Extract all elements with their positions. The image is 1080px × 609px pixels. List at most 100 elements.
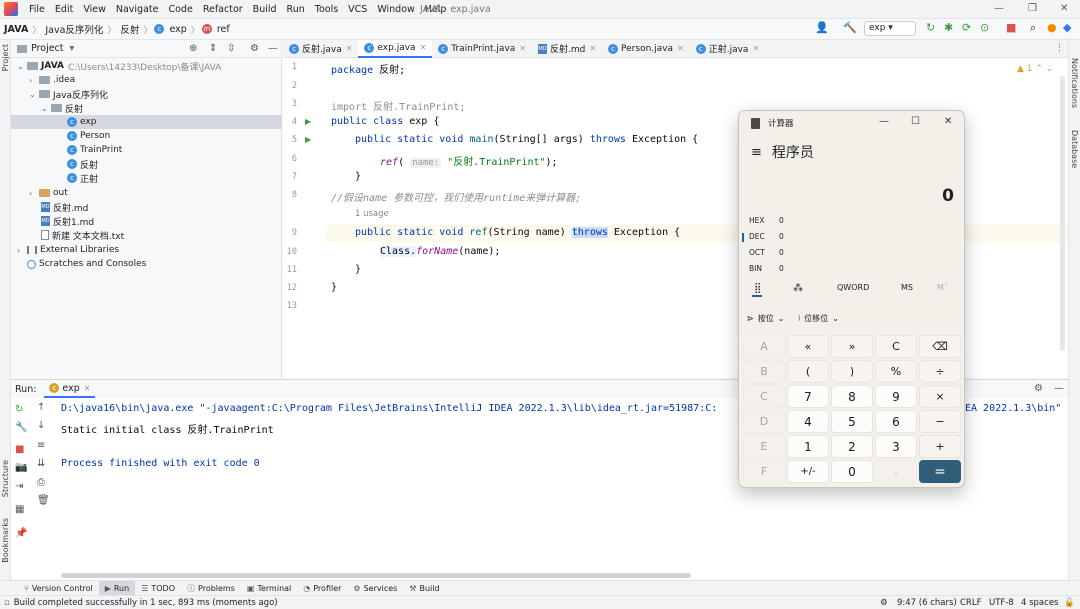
stripe-bookmarks[interactable]: Bookmarks [1,518,10,563]
run-gutter-icon[interactable]: ▶ [305,135,311,144]
close-tab-icon[interactable]: ✕ [346,44,353,53]
tree-item[interactable]: 新建 文本文档.txt [41,228,124,242]
tool-version-control[interactable]: ⑂ Version Control [18,581,99,596]
tree-item[interactable]: ⌄ 反射 [41,101,83,115]
tree-item[interactable]: c 反射 [67,157,98,171]
modify-run-config-icon[interactable]: 🔧 [15,422,27,433]
stripe-notifications[interactable]: Notifications [1070,58,1079,108]
key-negate[interactable]: +/- [787,460,829,483]
rerun-icon[interactable]: ↻ [15,404,23,415]
indent-setting[interactable]: 4 spaces [1021,598,1058,608]
tree-root[interactable]: ⌄ JAVA C:\Users\14233\Desktop\备课\JAVA [17,59,221,73]
key-a[interactable]: A [743,335,785,358]
menu-vcs[interactable]: VCS [343,4,372,15]
jetbrains-account-icon[interactable]: ◆ [1063,21,1071,34]
tab-reflection-md[interactable]: MD 反射.md ✕ [532,40,602,58]
stripe-database[interactable]: Database [1070,130,1079,168]
tool-run[interactable]: ▶ Run [98,580,136,596]
key-e[interactable]: E [743,435,785,458]
tool-terminal[interactable]: ▣ Terminal [241,581,297,596]
menu-file[interactable]: File [24,4,50,15]
up-arrow-icon[interactable]: ↑ [37,402,45,413]
chevron-down-icon[interactable]: ▾ [70,43,75,54]
close-tab-icon[interactable]: ✕ [752,44,759,53]
menu-build[interactable]: Build [248,4,282,15]
status-message[interactable]: Build completed successfully in 1 sec, 8… [14,598,278,608]
tab-reflection-java[interactable]: c 反射.java ✕ [283,40,358,58]
expand-all-icon[interactable]: ⇕ [209,43,217,54]
rerun-icon[interactable]: ↻ [926,21,935,34]
locate-icon[interactable]: ⊕ [189,43,197,54]
run-gutter-icon[interactable]: ▶ [305,117,311,126]
key-3[interactable]: 3 [875,435,917,458]
camera-icon[interactable]: 📷 [15,462,27,473]
close-tab-icon[interactable]: ✕ [84,384,91,393]
tool-services[interactable]: ⚙ Services [347,581,403,596]
key-multiply[interactable]: × [919,385,961,408]
key-percent[interactable]: % [875,360,917,383]
hamburger-menu-icon[interactable]: ≡ [751,145,762,160]
tab-person-java[interactable]: c Person.java ✕ [602,40,690,58]
close-tab-icon[interactable]: ✕ [420,43,427,52]
chevron-down-icon[interactable]: ⌄ [29,90,39,99]
debug-icon[interactable]: ✱ [944,21,953,34]
key-plus[interactable]: + [919,435,961,458]
line-separator[interactable]: CRLF [960,598,981,608]
chevron-right-icon[interactable]: › [17,246,27,255]
breadcrumb-package[interactable]: 反射 [118,22,141,36]
build-hammer-icon[interactable]: 🔨 [843,21,857,34]
search-icon[interactable]: ⌕ [1030,21,1036,35]
layout-icon[interactable]: ▦ [15,504,24,515]
minimize-icon[interactable]: — [879,116,889,127]
trash-icon[interactable]: 🗑 [37,495,50,506]
bit-toggle-icon[interactable]: ⁂ [793,283,803,294]
tool-todo[interactable]: ☰ TODO [135,581,181,596]
gear-icon[interactable]: ⚙ [250,43,259,54]
scroll-to-end-icon[interactable]: ⇊ [37,458,45,469]
tree-item[interactable]: c 正射 [67,171,98,185]
key-6[interactable]: 6 [875,410,917,433]
tree-item[interactable]: Scratches and Consoles [27,257,146,271]
key-divide[interactable]: ÷ [919,360,961,383]
key-0[interactable]: 0 [831,460,873,483]
tree-item[interactable]: › .idea [29,73,75,87]
tool-problems[interactable]: ⓘ Problems [181,581,241,596]
key-2[interactable]: 2 [831,435,873,458]
key-clear[interactable]: C [875,335,917,358]
chevron-down-icon[interactable]: ⌄ [832,314,839,323]
key-4[interactable]: 4 [787,410,829,433]
soft-wrap-icon[interactable]: ≡ [37,440,45,451]
close-tab-icon[interactable]: ✕ [519,44,526,53]
print-icon[interactable]: ⎙ [37,477,45,488]
tree-item[interactable]: c Person [67,129,110,143]
tree-item-selected[interactable]: c exp [11,115,282,129]
radix-hex[interactable]: HEX 0 [749,216,784,225]
key-1[interactable]: 1 [787,435,829,458]
tool-profiler[interactable]: ◔ Profiler [297,581,347,596]
radix-oct[interactable]: OCT 0 [749,248,784,257]
key-5[interactable]: 5 [831,410,873,433]
pin-icon[interactable]: 📌 [15,528,27,539]
key-9[interactable]: 9 [875,385,917,408]
restore-icon[interactable]: ❐ [1028,3,1037,14]
key-decimal[interactable]: . [875,460,917,483]
tree-item[interactable]: MD 反射1.md [41,214,94,228]
tree-item[interactable]: c TrainPrint [67,143,122,157]
menu-navigate[interactable]: Navigate [111,4,164,15]
key-minus[interactable]: − [919,410,961,433]
stop-icon[interactable]: ■ [15,444,24,455]
breadcrumb-class[interactable]: exp [167,24,188,35]
memory-view-button[interactable]: M˅ [937,283,948,292]
run-tab-exp[interactable]: c exp ✕ [44,380,96,398]
tree-item[interactable]: › External Libraries [17,243,119,257]
stop-icon[interactable]: ■ [1006,21,1016,34]
chevron-down-icon[interactable]: ⌄ [17,62,27,71]
usage-hint[interactable]: 1 usage [355,209,389,219]
keypad-icon[interactable]: ⣿ [754,283,761,294]
chevron-right-icon[interactable]: › [29,76,39,85]
key-equals[interactable]: = [919,460,961,483]
hide-panel-icon[interactable]: — [268,43,278,54]
tool-build[interactable]: ⚒ Build [403,581,445,596]
bitshift-dropdown[interactable]: 位移位 [804,313,828,324]
menu-tools[interactable]: Tools [310,4,343,15]
